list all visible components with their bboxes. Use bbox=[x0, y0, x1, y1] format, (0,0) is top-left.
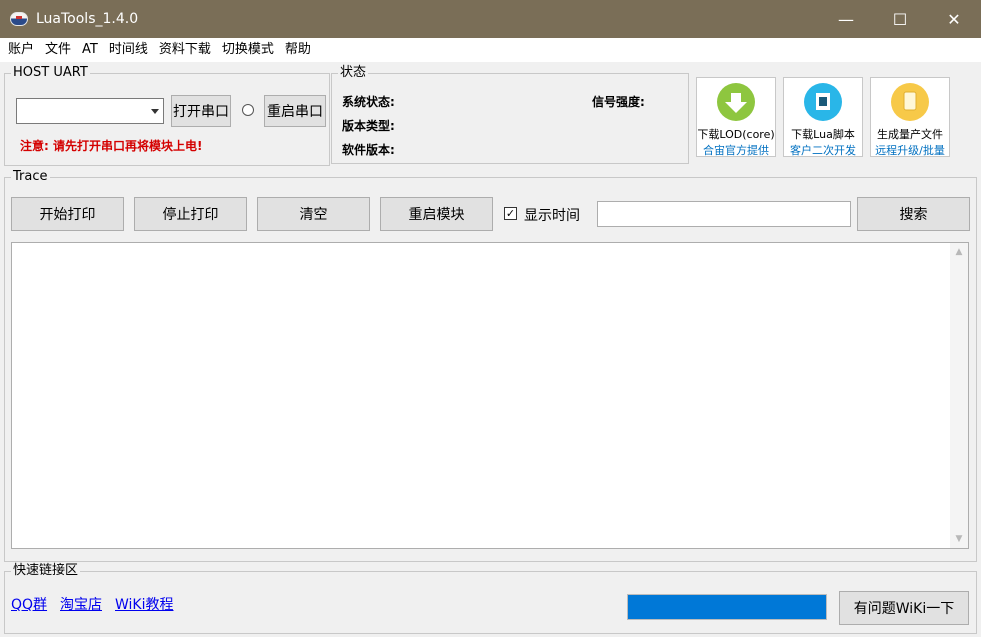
search-input[interactable] bbox=[597, 201, 851, 227]
document-icon bbox=[891, 83, 929, 121]
menu-bar: 账户 文件 AT 时间线 资料下载 切换模式 帮助 bbox=[0, 38, 981, 62]
start-print-button[interactable]: 开始打印 bbox=[11, 197, 124, 231]
restart-module-button[interactable]: 重启模块 bbox=[380, 197, 493, 231]
power-warning: 注意: 请先打开串口再将模块上电! bbox=[20, 139, 203, 153]
scroll-up-icon[interactable]: ▲ bbox=[950, 243, 968, 261]
version-type-label: 版本类型: bbox=[342, 119, 395, 133]
download-lua-button[interactable]: 下载Lua脚本 客户二次开发 bbox=[783, 77, 863, 157]
close-button[interactable]: ✕ bbox=[927, 0, 981, 38]
script-icon bbox=[804, 83, 842, 121]
menu-account[interactable]: 账户 bbox=[4, 38, 38, 62]
quick-links-legend: 快速链接区 bbox=[13, 563, 79, 578]
title-bar: LuaTools_1.4.0 — ☐ ✕ bbox=[0, 0, 981, 38]
show-time-checkbox[interactable]: ✓ bbox=[504, 207, 517, 220]
scroll-down-icon[interactable]: ▼ bbox=[950, 530, 968, 548]
software-version-label: 软件版本: bbox=[342, 143, 395, 157]
host-uart-legend: HOST UART bbox=[13, 65, 88, 80]
trace-output[interactable]: ▲ ▼ bbox=[11, 242, 969, 549]
menu-at[interactable]: AT bbox=[78, 38, 102, 62]
menu-switch-mode[interactable]: 切换模式 bbox=[218, 38, 278, 62]
menu-downloads[interactable]: 资料下载 bbox=[155, 38, 215, 62]
chevron-down-icon[interactable] bbox=[151, 109, 159, 114]
minimize-button[interactable]: — bbox=[819, 0, 873, 38]
qq-group-link[interactable]: QQ群 bbox=[11, 594, 47, 614]
tool-title: 生成量产文件 bbox=[877, 128, 943, 141]
window-title: LuaTools_1.4.0 bbox=[36, 11, 139, 27]
progress-fill bbox=[628, 595, 826, 619]
show-time-label: 显示时间 bbox=[524, 208, 580, 224]
tool-subtitle: 远程升级/批量 bbox=[875, 144, 945, 157]
maximize-button[interactable]: ☐ bbox=[873, 0, 927, 38]
generate-file-button[interactable]: 生成量产文件 远程升级/批量 bbox=[870, 77, 950, 157]
serial-port-select[interactable] bbox=[16, 98, 164, 124]
taobao-link[interactable]: 淘宝店 bbox=[60, 594, 102, 614]
menu-timeline[interactable]: 时间线 bbox=[105, 38, 152, 62]
menu-file[interactable]: 文件 bbox=[41, 38, 75, 62]
restart-port-button[interactable]: 重启串口 bbox=[264, 95, 326, 127]
tool-subtitle: 合宙官方提供 bbox=[703, 144, 769, 157]
status-legend: 状态 bbox=[340, 65, 367, 80]
download-lod-button[interactable]: 下载LOD(core) 合宙官方提供 bbox=[696, 77, 776, 157]
trace-scrollbar[interactable]: ▲ ▼ bbox=[950, 243, 968, 548]
signal-strength-label: 信号强度: bbox=[592, 95, 645, 109]
open-port-button[interactable]: 打开串口 bbox=[171, 95, 231, 127]
port-radio[interactable] bbox=[242, 104, 254, 116]
clear-button[interactable]: 清空 bbox=[257, 197, 370, 231]
tool-title: 下载Lua脚本 bbox=[791, 128, 855, 141]
trace-legend: Trace bbox=[13, 169, 48, 184]
download-arrow-icon bbox=[717, 83, 755, 121]
tool-subtitle: 客户二次开发 bbox=[790, 144, 856, 157]
app-logo-icon bbox=[10, 12, 28, 26]
system-status-label: 系统状态: bbox=[342, 95, 395, 109]
wiki-link[interactable]: WiKi教程 bbox=[115, 594, 174, 614]
tool-title: 下载LOD(core) bbox=[697, 128, 775, 141]
menu-help[interactable]: 帮助 bbox=[281, 38, 315, 62]
stop-print-button[interactable]: 停止打印 bbox=[134, 197, 247, 231]
search-button[interactable]: 搜索 bbox=[857, 197, 970, 231]
progress-bar bbox=[627, 594, 827, 620]
wiki-help-button[interactable]: 有问题WiKi一下 bbox=[839, 591, 969, 625]
